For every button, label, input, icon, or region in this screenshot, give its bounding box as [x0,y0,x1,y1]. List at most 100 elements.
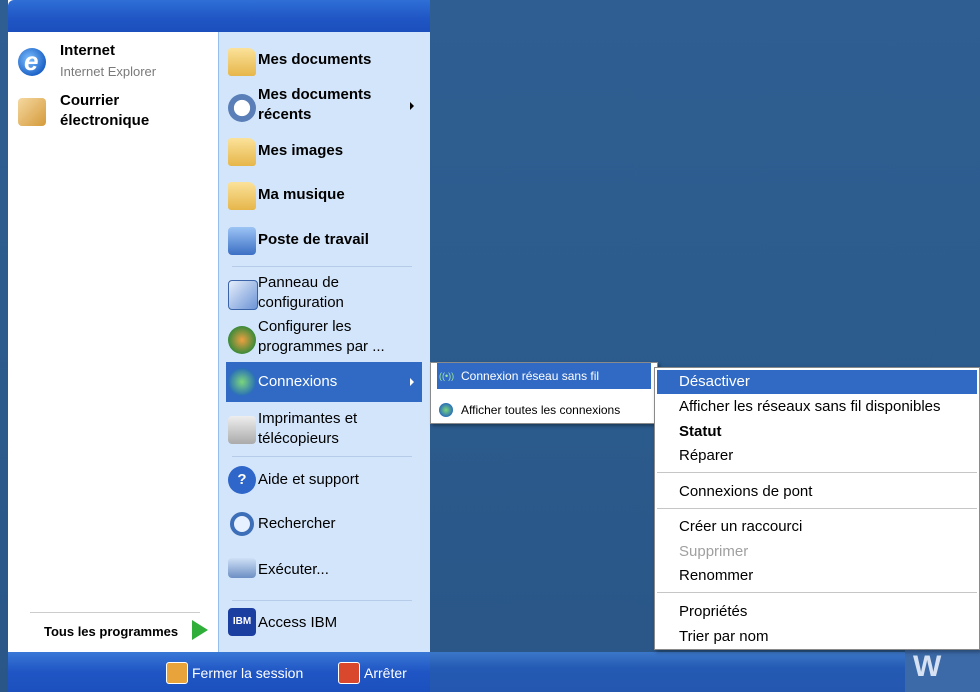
printer-icon [228,416,256,444]
ctx-status-label: Statut [679,423,722,440]
internet-explorer-icon [18,46,46,77]
connections-item[interactable]: Connexions [226,362,422,402]
submenu-arrow-icon [410,102,414,110]
ctx-sort-by-name-label: Trier par nom [679,628,769,645]
my-documents-label: Mes documents [258,51,372,68]
shutdown-label: Arrêter [364,665,407,681]
context-menu: Désactiver Afficher les réseaux sans fil… [654,367,980,650]
recent-documents[interactable]: Mes documents récents [226,86,422,126]
windows-logo-fragment: W [905,650,980,692]
shutdown-button[interactable]: Arrêter [338,662,424,686]
pictures-folder-icon [228,138,256,166]
printers-label: Imprimantes et [258,410,358,427]
run[interactable]: Exécuter... [226,556,422,586]
mail-icon [18,98,46,126]
ctx-bridge[interactable]: Connexions de pont [657,480,977,504]
search-label: Rechercher [258,515,336,532]
my-music[interactable]: Ma musique [226,180,422,210]
set-program-access[interactable]: Configurer les programmes par ... [226,318,422,358]
set-programs-label: Configurer les [258,318,352,335]
music-folder-icon [228,182,256,210]
pinned-title-line2: électronique [60,112,150,129]
set-programs-label-line2: programmes par ... [258,338,385,355]
ctx-view-wireless-label: Afficher les réseaux sans fil disponible… [679,398,941,415]
access-ibm[interactable]: IBM Access IBM [226,608,422,638]
recent-clock-icon [228,94,256,122]
ctx-separator [657,592,977,593]
ctx-separator [657,472,977,473]
green-arrow-icon [192,620,208,640]
ctx-repair-label: Réparer [679,447,734,464]
ctx-separator [657,508,977,509]
help-support[interactable]: ? Aide et support [226,466,422,496]
my-pictures[interactable]: Mes images [226,136,422,166]
ctx-create-shortcut[interactable]: Créer un raccourci [657,515,977,539]
run-icon [228,558,256,578]
pinned-subtitle: Internet Explorer [60,64,157,79]
recent-documents-label-line2: récents [258,106,312,123]
network-globe-icon [439,403,453,417]
recent-documents-label: Mes documents [258,86,372,103]
ctx-delete: Supprimer [657,540,977,564]
taskbar [430,652,980,692]
ctx-properties[interactable]: Propriétés [657,600,977,624]
run-label: Exécuter... [258,561,329,578]
ctx-sort-by-name[interactable]: Trier par nom [657,625,977,649]
printers-label-line2: télécopieurs [258,430,339,447]
program-access-icon [228,326,256,354]
wireless-icon: ((•)) [439,371,455,381]
ctx-rename[interactable]: Renommer [657,564,977,588]
all-programs-label: Tous les programmes [44,624,179,639]
my-computer[interactable]: Poste de travail [226,225,422,255]
ctx-rename-label: Renommer [679,567,754,584]
printers-faxes[interactable]: Imprimantes et télécopieurs [226,410,422,450]
my-documents[interactable]: Mes documents [226,46,422,76]
ctx-repair[interactable]: Réparer [657,444,977,468]
control-panel-label: Panneau de [258,274,339,291]
ctx-disable-label: Désactiver [679,373,750,390]
logoff-label: Fermer la session [192,665,304,681]
connections-label: Connexions [258,373,338,390]
ctx-delete-label: Supprimer [679,543,749,560]
submenu-arrow-icon [410,378,414,386]
pinned-title: Internet [60,42,116,59]
ctx-disable[interactable]: Désactiver [657,370,977,394]
pinned-email[interactable]: Courrier électronique [14,92,210,134]
all-programs-divider [30,612,200,613]
help-label: Aide et support [258,471,359,488]
ibm-icon: IBM [228,608,256,636]
right-divider-1 [232,266,412,267]
access-ibm-label: Access IBM [258,614,338,631]
control-panel-label-line2: configuration [258,294,344,311]
all-programs-button[interactable]: Tous les programmes [14,618,218,646]
ctx-properties-label: Propriétés [679,603,748,620]
ctx-status[interactable]: Statut [657,420,977,444]
pinned-internet[interactable]: Internet Internet Explorer [14,42,210,84]
show-all-connections-label: Afficher toutes les connexions [461,403,621,417]
network-icon [228,368,256,396]
connections-submenu: ((•)) Connexion réseau sans fil Afficher… [430,362,658,424]
ctx-bridge-label: Connexions de pont [679,483,813,500]
control-panel-icon [228,280,258,310]
search[interactable]: Rechercher [226,510,422,540]
folder-icon [228,48,256,76]
control-panel[interactable]: Panneau de configuration [226,274,422,314]
wireless-connection-label: Connexion réseau sans fil [461,369,600,383]
power-icon [338,662,360,684]
search-icon [230,512,254,536]
right-divider-2 [232,456,412,457]
show-all-connections-item[interactable]: Afficher toutes les connexions [437,397,651,423]
ctx-view-wireless[interactable]: Afficher les réseaux sans fil disponible… [657,395,977,419]
right-divider-3 [232,600,412,601]
pinned-title: Courrier [60,92,120,109]
logoff-button[interactable]: Fermer la session [166,662,330,686]
computer-icon [228,227,256,255]
my-music-label: Ma musique [258,186,345,203]
my-pictures-label: Mes images [258,142,344,159]
wireless-connection-item[interactable]: ((•)) Connexion réseau sans fil [437,363,651,389]
ctx-create-shortcut-label: Créer un raccourci [679,518,803,535]
my-computer-label: Poste de travail [258,231,369,248]
start-menu-header [8,0,430,32]
help-icon: ? [228,466,256,494]
key-icon [166,662,188,684]
